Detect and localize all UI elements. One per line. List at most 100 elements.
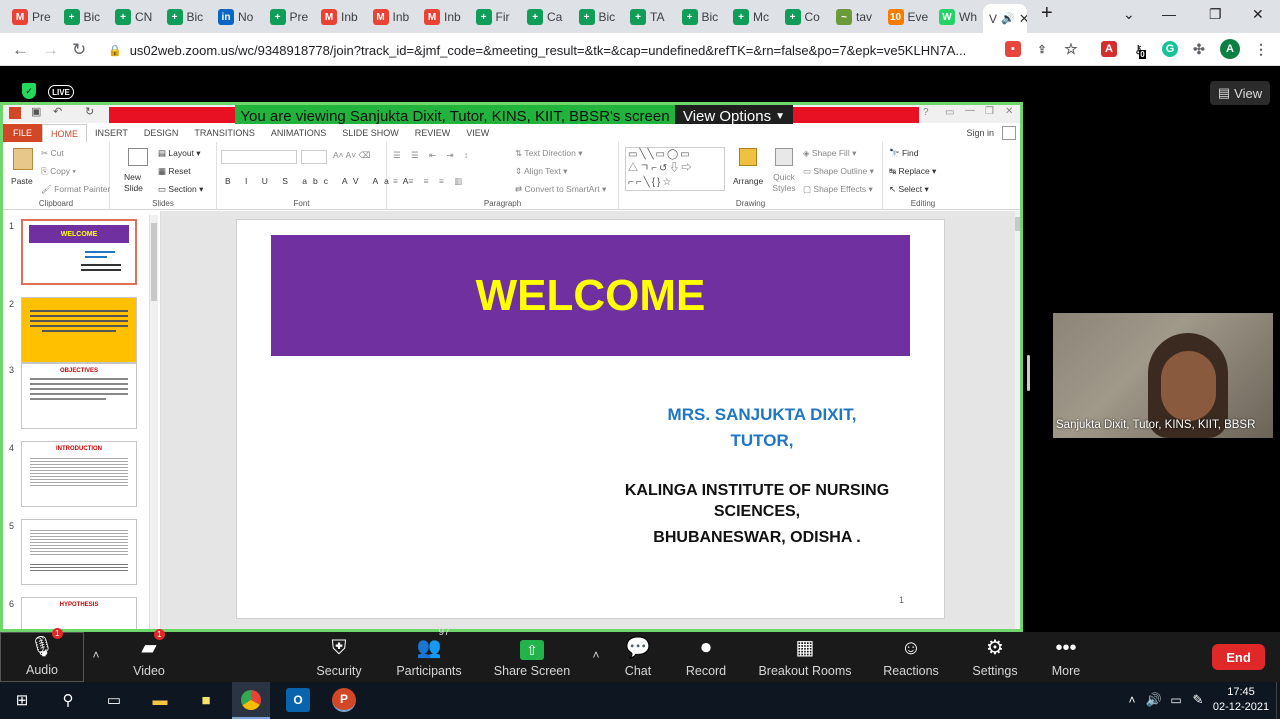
slide-canvas[interactable]: WELCOME MRS. SANJUKTA DIXIT, TUTOR, KALI…: [236, 219, 945, 619]
quick-styles-icon[interactable]: [775, 148, 793, 166]
bookmark-star-icon[interactable]: ☆: [1063, 41, 1079, 58]
tab-home[interactable]: HOME: [42, 124, 88, 142]
reload-icon[interactable]: ↻: [72, 40, 86, 60]
show-hidden-icons[interactable]: ˄: [1120, 688, 1144, 712]
share-options-icon[interactable]: ˄: [586, 632, 606, 682]
sticky-notes-icon[interactable]: ■: [194, 688, 218, 712]
save-icon[interactable]: ▣: [31, 105, 41, 118]
help-icon[interactable]: ?: [923, 107, 929, 118]
speaker-icon[interactable]: 🔊: [1001, 12, 1015, 25]
slide-thumbnail-3[interactable]: OBJECTIVES: [21, 363, 137, 429]
browser-tab[interactable]: + Mc: [733, 4, 779, 30]
thumbnails-scrollbar[interactable]: [149, 215, 158, 629]
slide-thumbnail-1[interactable]: WELCOME: [21, 219, 137, 285]
tab-review[interactable]: REVIEW: [407, 128, 459, 138]
browser-tab[interactable]: + Pre: [269, 4, 316, 30]
browser-tab[interactable]: + Bic: [166, 4, 213, 30]
browser-tab[interactable]: in No: [218, 4, 264, 30]
shape-outline-button[interactable]: ▭ Shape Outline ▾: [803, 166, 874, 177]
close-window-button[interactable]: ✕: [1252, 6, 1264, 23]
audio-options-icon[interactable]: ˄: [86, 632, 106, 682]
select-button[interactable]: ↖ Select ▾: [889, 184, 929, 195]
format-painter-button[interactable]: 🖌 Format Painter: [41, 184, 110, 195]
slide-scrollbar[interactable]: [1015, 211, 1020, 629]
browser-tab[interactable]: M Pre: [12, 4, 58, 30]
new-slide-icon[interactable]: [128, 148, 148, 166]
slide-thumbnail-6[interactable]: HYPOTHESIS: [21, 597, 137, 629]
shape-effects-button[interactable]: ▢ Shape Effects ▾: [803, 184, 873, 195]
find-button[interactable]: 🔭 Find: [889, 148, 919, 159]
chrome-taskbar-icon[interactable]: [232, 682, 270, 719]
layout-button[interactable]: ▤ Layout ▾: [158, 148, 201, 159]
volume-icon[interactable]: 🔊: [1142, 688, 1166, 712]
shape-fill-button[interactable]: ◈ Shape Fill ▾: [803, 148, 856, 159]
scroll-thumb[interactable]: [151, 223, 157, 301]
browser-tab[interactable]: + Co: [784, 4, 831, 30]
share-icon[interactable]: ⇪: [1034, 41, 1050, 57]
powerpoint-icon[interactable]: P: [332, 688, 356, 712]
align-icons[interactable]: ≡ ≡ ≡ ≡ ▥: [393, 176, 466, 187]
browser-tab[interactable]: M Inb: [424, 4, 470, 30]
outlook-icon[interactable]: O: [286, 688, 310, 712]
record-button[interactable]: ⏺ Record: [680, 632, 732, 682]
redo-icon[interactable]: ↻: [85, 105, 94, 118]
new-tab-button[interactable]: +: [1041, 2, 1053, 25]
list-icons[interactable]: ☰ ☰ ⇤ ⇥ ↕: [393, 150, 472, 161]
settings-button[interactable]: ⚙ Settings: [968, 632, 1022, 682]
tab-transitions[interactable]: TRANSITIONS: [186, 128, 263, 138]
close-tab-icon[interactable]: ✕: [1019, 11, 1027, 27]
ppt-close-icon[interactable]: ✕: [1005, 106, 1013, 117]
video-button[interactable]: ▰ 1 Video: [118, 629, 180, 682]
pen-icon[interactable]: ✎: [1186, 688, 1210, 712]
active-tab[interactable]: V 🔊 ✕: [983, 4, 1027, 33]
task-view-icon[interactable]: ▭: [102, 688, 126, 712]
system-clock[interactable]: 17:45 02-12-2021: [1210, 685, 1272, 715]
browser-tab[interactable]: M Inb: [321, 4, 367, 30]
minimize-button[interactable]: —: [1162, 6, 1176, 22]
participant-video[interactable]: Sanjukta Dixit, Tutor, KINS, KIIT, BBSR: [1053, 313, 1273, 438]
tab-animations[interactable]: ANIMATIONS: [263, 128, 334, 138]
arrange-button[interactable]: Arrange: [733, 176, 763, 186]
quick-styles-button[interactable]: Quick Styles: [769, 172, 799, 194]
reactions-button[interactable]: ☺ Reactions: [880, 632, 942, 682]
profile-avatar[interactable]: A: [1220, 39, 1240, 59]
ribbon-display-icon[interactable]: ▭: [945, 107, 954, 118]
tab-file[interactable]: FILE: [3, 124, 43, 142]
tab-search-icon[interactable]: ⌄: [1123, 6, 1135, 23]
undo-icon[interactable]: ↶: [53, 105, 62, 118]
tab-insert[interactable]: INSERT: [87, 128, 136, 138]
convert-smartart-button[interactable]: ⇄ Convert to SmartArt ▾: [515, 184, 606, 195]
ppt-maximize-icon[interactable]: ❐: [985, 106, 994, 117]
replace-button[interactable]: ↹ Replace ▾: [889, 166, 936, 177]
grammarly-icon[interactable]: G: [1162, 41, 1178, 57]
browser-tab[interactable]: W Wh: [939, 4, 985, 30]
shapes-gallery[interactable]: ▭╲╲▭◯▭ △ㄱ⌐↺⇩⇨ ⌐⌐╲{}☆: [625, 147, 725, 191]
browser-tab[interactable]: M Inb: [372, 4, 419, 30]
view-button[interactable]: ▤ View: [1210, 81, 1270, 105]
share-screen-button[interactable]: ⇧ Share Screen: [492, 632, 572, 682]
extensions-puzzle-icon[interactable]: ✣: [1191, 41, 1207, 57]
file-explorer-icon[interactable]: ▬: [148, 688, 172, 712]
extension-key-icon[interactable]: ⚷ 0: [1132, 41, 1148, 59]
security-button[interactable]: ⛨ Security: [308, 632, 370, 682]
search-icon[interactable]: ⚲: [56, 688, 80, 712]
end-meeting-button[interactable]: End: [1212, 644, 1265, 670]
forward-icon[interactable]: →: [42, 40, 59, 60]
browser-tab[interactable]: + Bic: [63, 4, 110, 30]
tab-slide-show[interactable]: SLIDE SHOW: [334, 128, 407, 138]
slide-thumbnail-4[interactable]: INTRODUCTION: [21, 441, 137, 507]
cut-button[interactable]: ✂ Cut: [41, 148, 64, 159]
more-button[interactable]: ••• More: [1042, 632, 1090, 682]
back-icon[interactable]: ←: [12, 40, 29, 60]
section-button[interactable]: ▭ Section ▾: [158, 184, 203, 195]
menu-dots-icon[interactable]: ⋮: [1253, 41, 1269, 57]
maximize-button[interactable]: ❐: [1209, 6, 1222, 23]
browser-tab[interactable]: + Bic: [578, 4, 625, 30]
align-text-button[interactable]: ⇕ Align Text ▾: [515, 166, 567, 177]
paste-button[interactable]: Paste: [11, 176, 33, 186]
tab-design[interactable]: DESIGN: [136, 128, 187, 138]
scroll-thumb[interactable]: [1015, 217, 1020, 231]
url-field[interactable]: 🔒 us02web.zoom.us/wc/9348918778/join?tra…: [108, 38, 988, 62]
ppt-minimize-icon[interactable]: —: [965, 105, 975, 116]
pdf-extension-icon[interactable]: A: [1101, 41, 1117, 57]
